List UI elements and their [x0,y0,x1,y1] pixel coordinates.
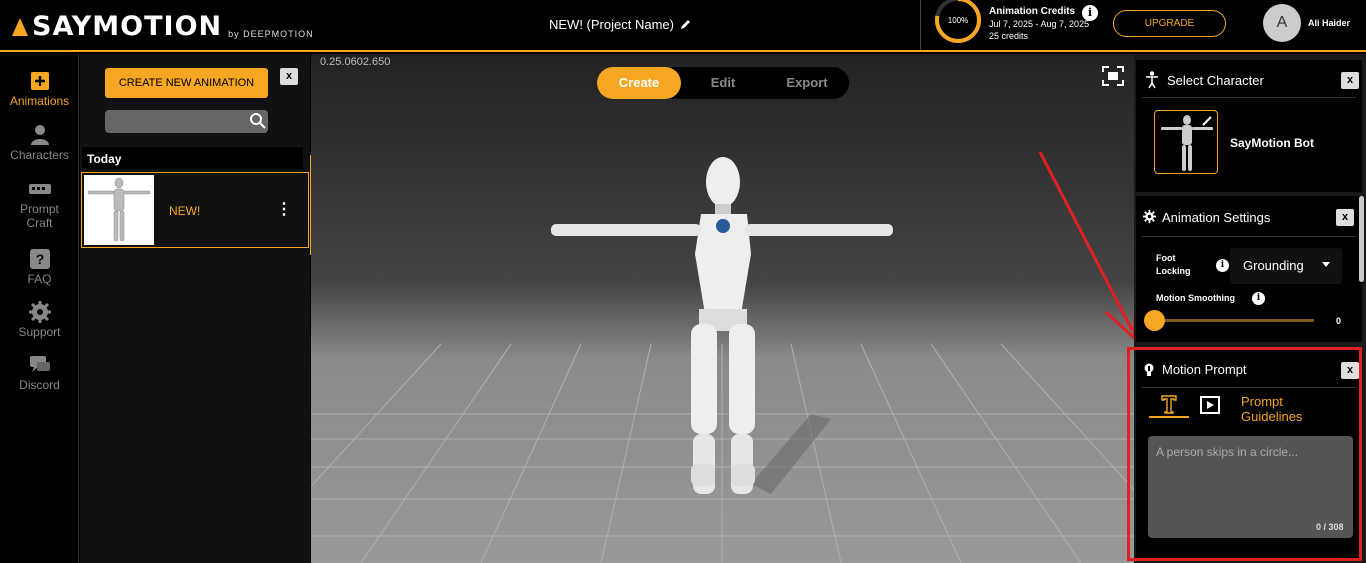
animation-thumbnail [84,175,154,245]
motion-smoothing-slider-handle[interactable] [1144,310,1165,331]
animation-more-menu-icon[interactable]: ⋮ [276,200,292,220]
tab-create[interactable]: Create [597,67,681,99]
viewport-scene [311,157,1134,563]
foot-locking-info-icon[interactable]: i [1216,259,1229,272]
upgrade-button[interactable]: UPGRADE [1113,10,1226,37]
animation-name: NEW! [169,204,201,218]
credits-percent: 100% [948,16,968,25]
nav-item-support[interactable]: Support [0,301,79,339]
divider [1142,97,1356,98]
nav-item-faq[interactable]: ? FAQ [0,248,79,286]
avatar[interactable]: A [1263,4,1301,42]
section-header-today: Today [82,147,303,169]
gear-icon [28,301,51,323]
nav-label: Animations [9,94,70,108]
nav-item-discord[interactable]: Discord [0,354,79,392]
question-icon: ? [29,249,50,269]
header-divider [920,0,921,50]
character-thumbnail[interactable] [1154,110,1218,174]
credits-info-icon[interactable]: i [1082,5,1098,21]
saymotion-logo[interactable]: SAYMOTION by DEEPMOTION [10,8,314,42]
divider [1142,236,1356,237]
animation-settings-title: Animation Settings [1162,210,1271,225]
pencil-icon[interactable] [680,19,691,30]
annotation-highlight-box [1127,347,1362,561]
keyboard-icon [28,184,51,194]
credits-period: Jul 7, 2025 - Aug 7, 2025 [989,19,1090,29]
svg-text:?: ? [35,251,44,267]
bot-figure-icon [1161,115,1213,171]
plus-icon [30,72,49,90]
user-name[interactable]: Ali Haider [1308,18,1350,28]
nav-item-prompt-craft[interactable]: Prompt Craft [0,178,79,230]
character-shadow [751,414,831,494]
floor-grid [311,343,1134,563]
animations-panel-close-button[interactable]: x [280,68,298,85]
fullscreen-icon[interactable] [1102,66,1124,86]
chat-icon [29,356,50,372]
chevron-down-icon[interactable] [1322,262,1330,267]
nav-label: Discord [19,378,60,392]
nav-label: Support [18,325,61,339]
tab-export[interactable]: Export [765,67,849,99]
character-name: SayMotion Bot [1230,136,1314,150]
select-character-close-button[interactable]: x [1341,72,1359,89]
logo-wordmark: SAYMOTION [32,11,223,42]
motion-smoothing-info-icon[interactable]: i [1252,292,1265,305]
left-nav: Animations Characters Prompt Craft ? FAQ… [0,54,79,563]
motion-smoothing-label: Motion Smoothing [1156,293,1235,303]
nav-label: Characters [10,148,69,162]
logo-mark-icon [12,18,28,36]
3d-viewport[interactable] [311,54,1134,563]
animation-settings-close-button[interactable]: x [1336,209,1354,226]
gear-icon [1143,210,1156,223]
credits-amount: 25 credits [989,31,1029,41]
credits-progress-ring: 100% [935,0,981,43]
project-name: NEW! (Project Name) [549,17,674,32]
person-icon [30,125,49,145]
mode-tabs: Create Edit Export [597,67,849,99]
settings-scrollbar[interactable] [1359,196,1364,282]
search-icon[interactable] [249,112,267,130]
app-root: SAYMOTION by DEEPMOTION NEW! (Project Na… [0,0,1366,563]
nav-label: FAQ [27,272,52,286]
credits-info: Animation Credits Jul 7, 2025 - Aug 7, 2… [989,6,1089,42]
motion-smoothing-slider-track[interactable] [1156,319,1314,322]
version-label: 0.25.0602.650 [320,56,391,68]
tab-edit[interactable]: Edit [681,67,765,99]
character-pose-icon [1146,71,1158,89]
nav-item-characters[interactable]: Characters [0,124,79,162]
credits-title: Animation Credits [989,6,1076,17]
project-title[interactable]: NEW! (Project Name) [549,17,691,32]
logo-byline: by DEEPMOTION [228,29,314,39]
nav-item-animations[interactable]: Animations [0,70,79,108]
animation-search-input[interactable] [105,110,268,133]
foot-locking-label: Foot Locking [1156,253,1191,276]
create-new-animation-button[interactable]: CREATE NEW ANIMATION [105,68,268,98]
select-character-title: Select Character [1167,73,1264,88]
motion-smoothing-value: 0 [1336,316,1342,326]
annotation-arrow [1038,151,1138,342]
nav-label: Prompt Craft [20,202,59,230]
